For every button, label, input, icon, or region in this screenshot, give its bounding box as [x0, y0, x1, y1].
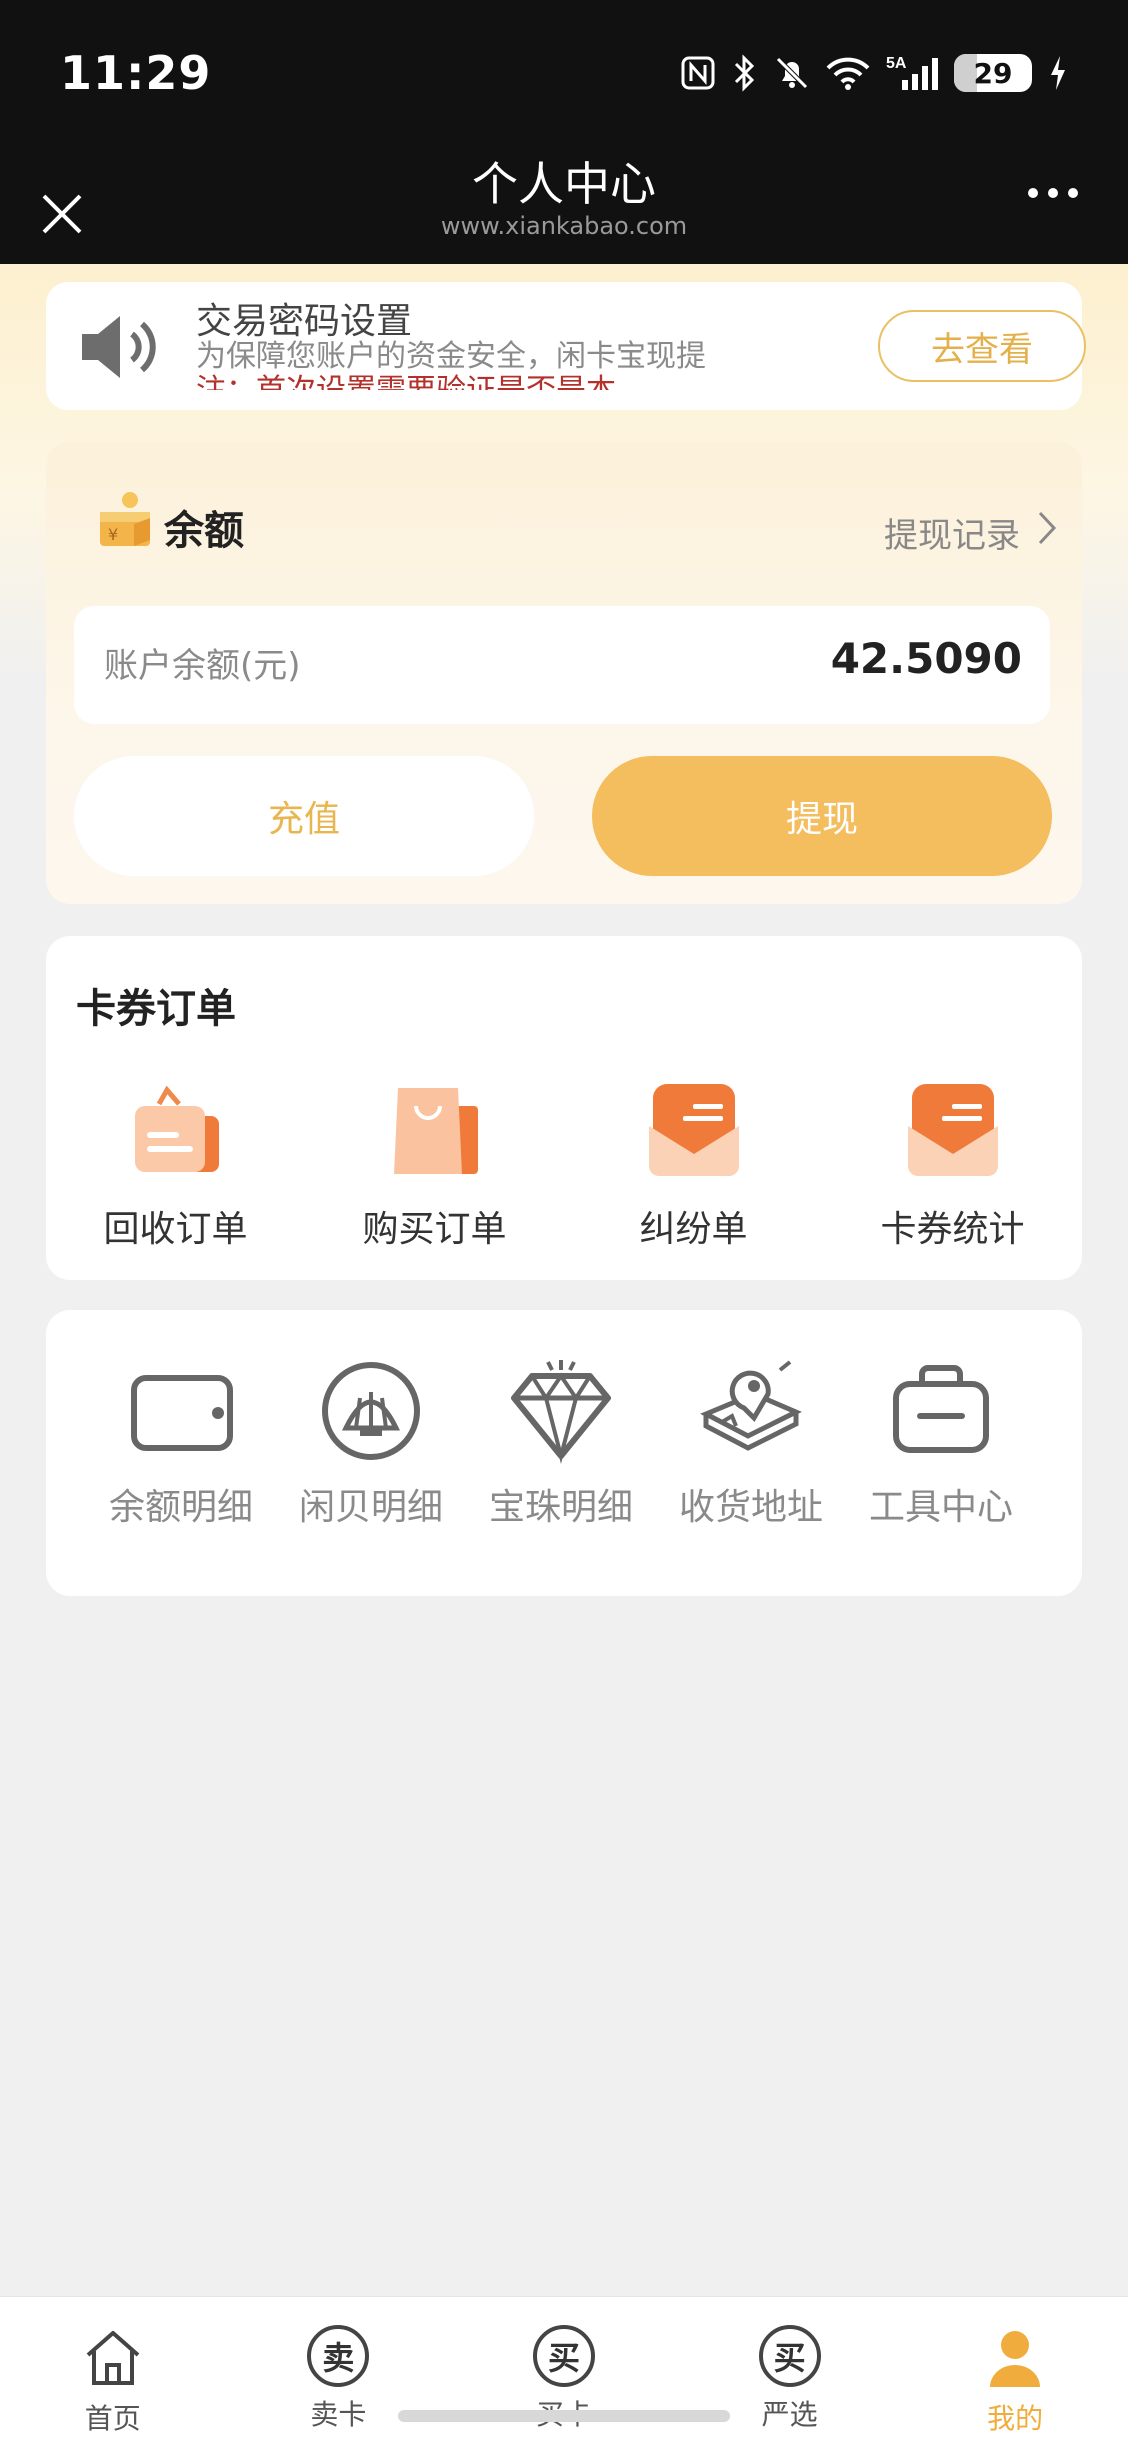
tab-mine[interactable]: 我的 [902, 2297, 1128, 2444]
order-item-label: 回收订单 [103, 1209, 248, 1250]
tool-address[interactable]: 收货地址 [656, 1356, 846, 1530]
tab-label: 卖卡 [310, 2398, 367, 2431]
tool-label: 工具中心 [868, 1487, 1013, 1528]
user-icon [982, 2325, 1048, 2391]
page-title: 个人中心 [472, 157, 656, 211]
tool-label: 闲贝明细 [298, 1487, 443, 1528]
tool-label: 宝珠明细 [488, 1487, 633, 1528]
tab-label: 首页 [84, 2402, 141, 2435]
account-balance-value: 42.5090 [830, 634, 1022, 683]
dispute-envelope-icon [639, 1076, 749, 1186]
battery-icon: 29 [954, 54, 1032, 92]
page-url: www.xiankabao.com [440, 212, 688, 240]
wallet-icon [126, 1356, 236, 1466]
sell-seal-icon: 卖 [307, 2325, 370, 2387]
orders-card: 卡券订单 回收订单 购买订单 纠纷单 卡券统计 [46, 936, 1082, 1280]
status-icons: 5A 29 [680, 54, 1068, 92]
chevron-right-icon [1036, 509, 1058, 556]
mute-bell-icon [774, 55, 810, 91]
order-item-label: 纠纷单 [639, 1209, 748, 1250]
withdraw-record-label: 提现记录 [884, 516, 1020, 556]
order-item-stats[interactable]: 卡券统计 [823, 1076, 1082, 1252]
nav-bar: 个人中心 www.xiankabao.com [0, 148, 1128, 264]
diamond-icon [506, 1356, 616, 1466]
status-time: 11:29 [60, 46, 212, 100]
withdraw-button[interactable]: 提现 [592, 756, 1052, 876]
view-button[interactable]: 去查看 [878, 310, 1086, 382]
tool-center[interactable]: 工具中心 [846, 1356, 1036, 1530]
buy-seal-icon: 买 [532, 2325, 595, 2387]
charging-icon [1048, 54, 1068, 92]
shopping-bag-icon [380, 1076, 490, 1186]
more-icon[interactable] [1028, 188, 1078, 198]
home-indicator[interactable] [398, 2410, 730, 2422]
notice-title: 交易密码设置 [196, 301, 413, 342]
tool-gem-detail[interactable]: 宝珠明细 [466, 1356, 656, 1530]
tab-label: 严选 [761, 2398, 818, 2431]
order-item-recycle[interactable]: 回收订单 [46, 1076, 305, 1252]
withdraw-record-link[interactable]: 提现记录 [884, 508, 1058, 557]
tools-card: 余额明细 闲贝明细 宝珠明细 收货地址 工具中心 [46, 1310, 1082, 1596]
orders-list: 回收订单 购买订单 纠纷单 卡券统计 [46, 1076, 1082, 1252]
home-icon [80, 2325, 146, 2391]
recharge-button[interactable]: 充值 [74, 756, 534, 876]
tab-home[interactable]: 首页 [0, 2297, 226, 2444]
balance-title: 余额 [164, 508, 244, 554]
shell-icon [316, 1356, 426, 1466]
svg-text:¥: ¥ [108, 525, 118, 544]
status-bar: 11:29 5A 29 [0, 0, 1128, 148]
nfc-icon [680, 55, 716, 91]
order-item-dispute[interactable]: 纠纷单 [564, 1076, 823, 1252]
order-item-label: 卡券统计 [880, 1209, 1025, 1250]
speaker-icon [74, 304, 170, 390]
money-box-icon: ¥ [94, 490, 158, 554]
select-seal-icon: 买 [758, 2325, 821, 2387]
signal-icon: 5A [886, 54, 938, 92]
tool-label: 余额明细 [108, 1487, 253, 1528]
tool-label: 收货地址 [678, 1487, 823, 1528]
tool-shell-detail[interactable]: 闲贝明细 [276, 1356, 466, 1530]
svg-text:5A: 5A [886, 55, 907, 72]
notice-warning: 注：首次设置需要验证是否是本 [196, 374, 781, 391]
bluetooth-icon [732, 54, 758, 92]
orders-title: 卡券订单 [76, 986, 236, 1032]
tools-list: 余额明细 闲贝明细 宝珠明细 收货地址 工具中心 [86, 1356, 1036, 1530]
order-item-label: 购买订单 [362, 1209, 507, 1250]
recycle-order-icon [121, 1076, 231, 1186]
account-balance-label: 账户余额(元) [104, 646, 301, 686]
tool-balance-detail[interactable]: 余额明细 [86, 1356, 276, 1530]
account-balance-row: 账户余额(元) 42.5090 [74, 606, 1050, 724]
wifi-icon [826, 56, 870, 90]
notice-text: 为保障您账户的资金安全，闲卡宝现提 [196, 340, 706, 374]
notice-card[interactable]: 交易密码设置 为保障您账户的资金安全，闲卡宝现提 注：首次设置需要验证是否是本 … [46, 282, 1086, 410]
stats-envelope-icon [898, 1076, 1008, 1186]
balance-card: ¥ 余额 提现记录 账户余额(元) 42.5090 充值 提现 [46, 442, 1082, 904]
toolbox-icon [886, 1356, 996, 1466]
notice-marquee: 为保障您账户的资金安全，闲卡宝现提 注：首次设置需要验证是否是本 [196, 340, 781, 390]
tab-label: 我的 [987, 2402, 1044, 2435]
order-item-purchase[interactable]: 购买订单 [305, 1076, 564, 1252]
address-map-icon [696, 1356, 806, 1466]
